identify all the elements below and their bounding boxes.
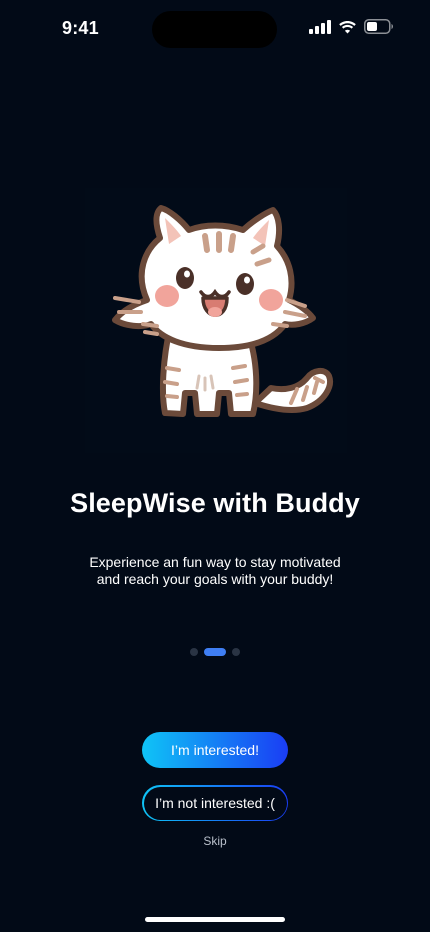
page-dot-2-active[interactable] <box>204 648 226 656</box>
home-indicator[interactable] <box>145 917 285 922</box>
subtitle-line-2: and reach your goals with your buddy! <box>96 571 334 587</box>
page-dot-3[interactable] <box>232 648 240 656</box>
cat-image <box>112 205 333 417</box>
dynamic-island <box>152 11 277 48</box>
page-indicator <box>0 648 430 656</box>
status-time: 9:41 <box>62 18 99 38</box>
buddy-cat-illustration <box>85 188 347 453</box>
status-bar: 9:41 <box>0 0 430 60</box>
not-interested-button[interactable]: I’m not interested :( <box>142 785 288 821</box>
battery-icon <box>364 19 393 34</box>
cellular-signal-icon <box>309 19 331 34</box>
interested-button[interactable]: I’m interested! <box>142 732 288 768</box>
page-dot-1[interactable] <box>190 648 198 656</box>
onboarding-screen: 9:41 SleepWise with Buddy Experience an … <box>0 0 430 932</box>
skip-link[interactable]: Skip <box>0 834 430 848</box>
status-icons <box>309 19 394 34</box>
page-title: SleepWise with Buddy <box>70 488 360 518</box>
page-subtitle: Experience an fun way to stay motivated … <box>70 554 360 588</box>
wifi-icon <box>339 20 356 33</box>
subtitle-line-1: Experience an fun way to stay motivated <box>89 554 341 570</box>
not-interested-label: I’m not interested :( <box>143 786 287 820</box>
